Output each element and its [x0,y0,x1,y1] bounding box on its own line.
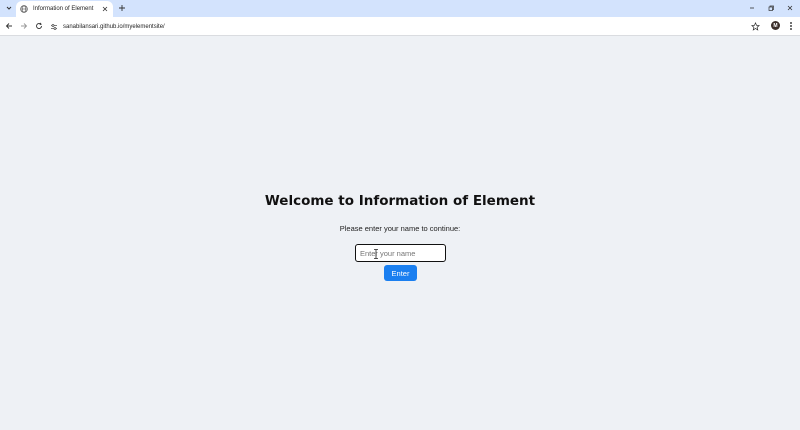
menu-dot-icon [790,25,792,27]
arrow-left-icon [5,23,12,29]
page-title: Welcome to Information of Element [264,193,536,209]
close-icon [102,6,108,12]
menu-dot-icon [790,28,792,30]
forward-button[interactable] [18,20,30,32]
browser-tab-active[interactable]: Information of Element [16,1,113,17]
address-bar[interactable]: sanabilansari.github.io/myelementsite/ [49,20,767,33]
tune-icon [51,23,57,30]
enter-button[interactable]: Enter [384,265,417,281]
back-button[interactable] [3,20,15,32]
text-cursor-icon [374,249,378,259]
plus-icon [119,5,125,11]
url-text: sanabilansari.github.io/myelementsite/ [63,23,165,30]
new-tab-button[interactable] [117,3,127,13]
chevron-down-icon [6,6,12,10]
tab-search-button[interactable] [3,2,15,14]
page-content: Welcome to Information of Element Please… [0,36,800,430]
minimize-icon [750,7,754,9]
restore-icon [768,5,774,11]
reload-button[interactable] [33,20,45,32]
browser-menu-button[interactable] [787,21,795,31]
globe-icon [20,5,28,13]
menu-dot-icon [790,22,792,24]
tab-close-button[interactable] [101,5,109,13]
star-icon [750,21,760,31]
close-icon [787,5,793,11]
site-info-button[interactable] [49,22,59,32]
profile-avatar[interactable]: M [771,21,780,30]
arrow-right-icon [21,23,28,29]
restore-button[interactable] [765,2,777,14]
close-window-button[interactable] [784,2,796,14]
name-prompt: Please enter your name to continue: [339,224,461,233]
tab-strip: Information of Element [0,0,800,17]
reload-icon [36,22,42,29]
tab-title: Information of Element [33,6,94,12]
browser-toolbar: sanabilansari.github.io/myelementsite/ [0,17,800,35]
bookmark-button[interactable] [750,21,760,31]
name-input[interactable] [355,244,446,262]
minimize-button[interactable] [746,2,758,14]
